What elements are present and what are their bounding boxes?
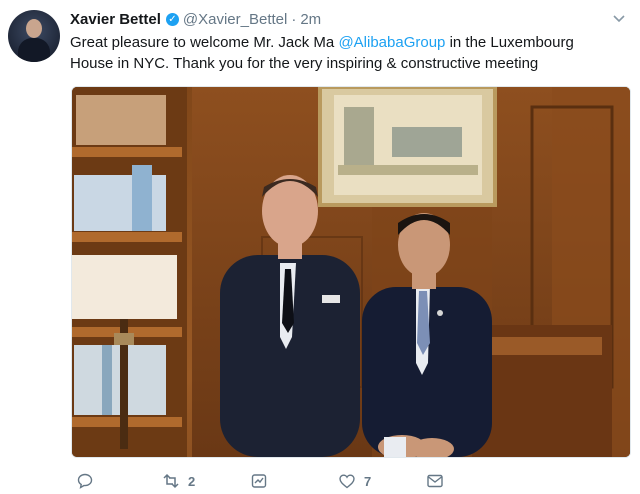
retweet-count: 2	[188, 473, 196, 489]
avatar-suit	[18, 38, 50, 62]
retweet-icon	[163, 473, 179, 489]
tweet-text-prefix: Great pleasure to welcome Mr. Jack Ma	[70, 34, 339, 51]
tweet-header: Xavier Bettel ✓ @Xavier_Bettel · 2m	[70, 9, 321, 29]
avatar-head	[26, 19, 42, 38]
tweet-photo[interactable]	[71, 86, 631, 458]
reply-button[interactable]	[76, 470, 94, 492]
author-name[interactable]: Xavier Bettel	[70, 11, 161, 28]
like-count: 7	[364, 473, 372, 489]
activity-icon	[251, 474, 267, 488]
tweet-text-line-1: Great pleasure to welcome Mr. Jack Ma @A…	[70, 32, 610, 53]
retweet-button[interactable]: 2	[162, 470, 195, 492]
like-button[interactable]: 7	[338, 470, 371, 492]
share-button[interactable]	[250, 470, 268, 492]
reply-icon	[77, 473, 93, 489]
tweet-text-line-2: House in NYC. Thank you for the very ins…	[70, 55, 539, 72]
timestamp[interactable]: 2m	[300, 11, 321, 28]
photo-image	[72, 87, 630, 457]
tweet-text-suffix: in the Luxembourg	[445, 34, 574, 51]
direct-message-icon	[427, 474, 443, 488]
tweet-actions: 2 7	[70, 470, 490, 492]
direct-message-button[interactable]	[426, 470, 444, 492]
separator: ·	[291, 10, 297, 28]
heart-icon	[339, 474, 355, 489]
avatar[interactable]	[8, 10, 60, 62]
tweet-text: Great pleasure to welcome Mr. Jack Ma @A…	[70, 32, 610, 74]
mention-link[interactable]: @AlibabaGroup	[338, 34, 445, 51]
chevron-down-icon[interactable]	[612, 11, 626, 25]
verified-badge-icon: ✓	[165, 12, 179, 26]
author-handle[interactable]: @Xavier_Bettel	[183, 11, 287, 28]
